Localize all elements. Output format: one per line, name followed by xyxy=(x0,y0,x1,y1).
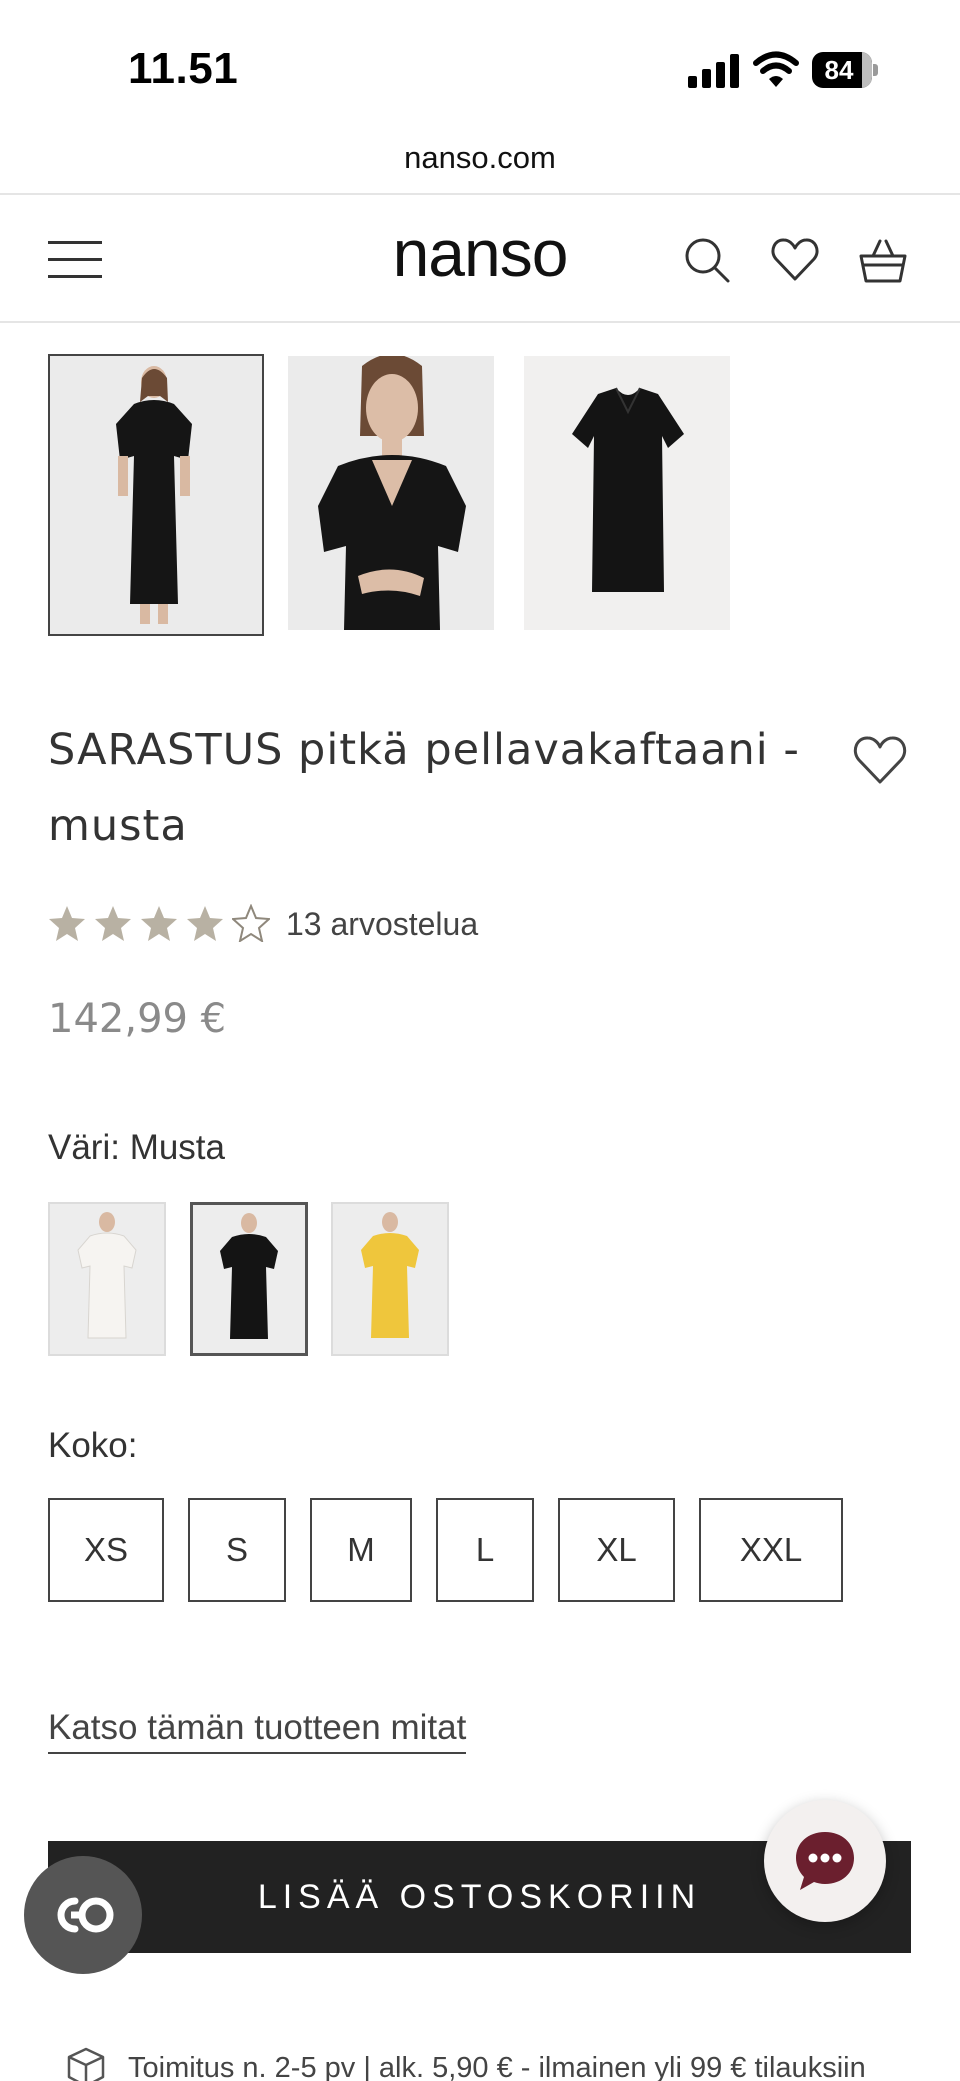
star-filled-icon xyxy=(187,906,223,941)
product-photo-flat xyxy=(524,356,730,630)
color-label: Väri: Musta xyxy=(48,1128,225,1167)
chat-icon xyxy=(796,1832,854,1890)
size-option-s[interactable]: S xyxy=(188,1498,286,1602)
color-swatch-black-photo xyxy=(193,1205,305,1353)
product-title: SARASTUS pitkä pellavakaftaani - musta xyxy=(48,725,800,851)
size-option-l[interactable]: L xyxy=(436,1498,534,1602)
status-bar: 11.51 84 xyxy=(0,0,960,140)
price: 142,99 € xyxy=(48,996,227,1042)
gallery-thumb-2[interactable] xyxy=(288,356,494,630)
size-option-xxl[interactable]: XXL xyxy=(699,1498,843,1602)
brand-logo[interactable]: nanso xyxy=(370,215,590,291)
size-option-m[interactable]: M xyxy=(310,1498,412,1602)
basket-icon[interactable] xyxy=(858,235,908,285)
color-swatch-white[interactable] xyxy=(48,1202,166,1356)
status-time: 11.51 xyxy=(128,44,239,93)
url-bar[interactable]: nanso.com xyxy=(0,140,960,192)
color-swatch-black[interactable] xyxy=(190,1202,308,1356)
color-swatch-yellow[interactable] xyxy=(331,1202,449,1356)
product-photo-front xyxy=(50,356,262,634)
star-empty-icon xyxy=(232,904,270,942)
product-photo-closeup xyxy=(288,356,494,630)
signal-icon xyxy=(688,54,739,88)
menu-icon[interactable] xyxy=(48,241,102,279)
accessibility-icon xyxy=(57,1897,114,1933)
battery-icon: 84 xyxy=(812,52,878,88)
add-to-wishlist-heart-icon[interactable] xyxy=(852,734,908,786)
battery-level: 84 xyxy=(824,55,854,85)
size-option-xl[interactable]: XL xyxy=(558,1498,675,1602)
delivery-info: Toimitus n. 2-5 pv | alk. 5,90 € - ilmai… xyxy=(66,2044,960,2081)
search-icon[interactable] xyxy=(682,235,732,285)
size-label: Koko: xyxy=(48,1426,138,1465)
gallery-thumb-1[interactable] xyxy=(48,354,264,636)
package-icon xyxy=(67,2047,105,2081)
gallery-thumb-3[interactable] xyxy=(524,356,730,630)
delivery-text: Toimitus n. 2-5 pv | alk. 5,90 € - ilmai… xyxy=(128,2052,866,2081)
site-header: nanso xyxy=(0,193,960,323)
color-swatch-yellow-photo xyxy=(333,1204,447,1354)
size-guide-link[interactable]: Katso tämän tuotteen mitat xyxy=(48,1708,467,1754)
chat-button[interactable] xyxy=(764,1800,886,1922)
accessibility-button[interactable] xyxy=(24,1856,142,1974)
color-swatch-white-photo xyxy=(50,1204,164,1354)
star-filled-icon xyxy=(49,906,85,941)
wifi-icon xyxy=(753,51,799,87)
size-option-xs[interactable]: XS xyxy=(48,1498,164,1602)
star-filled-icon xyxy=(95,906,131,941)
star-filled-icon xyxy=(141,906,177,941)
wishlist-heart-icon[interactable] xyxy=(770,235,820,285)
review-count[interactable]: 13 arvostelua xyxy=(286,906,478,943)
